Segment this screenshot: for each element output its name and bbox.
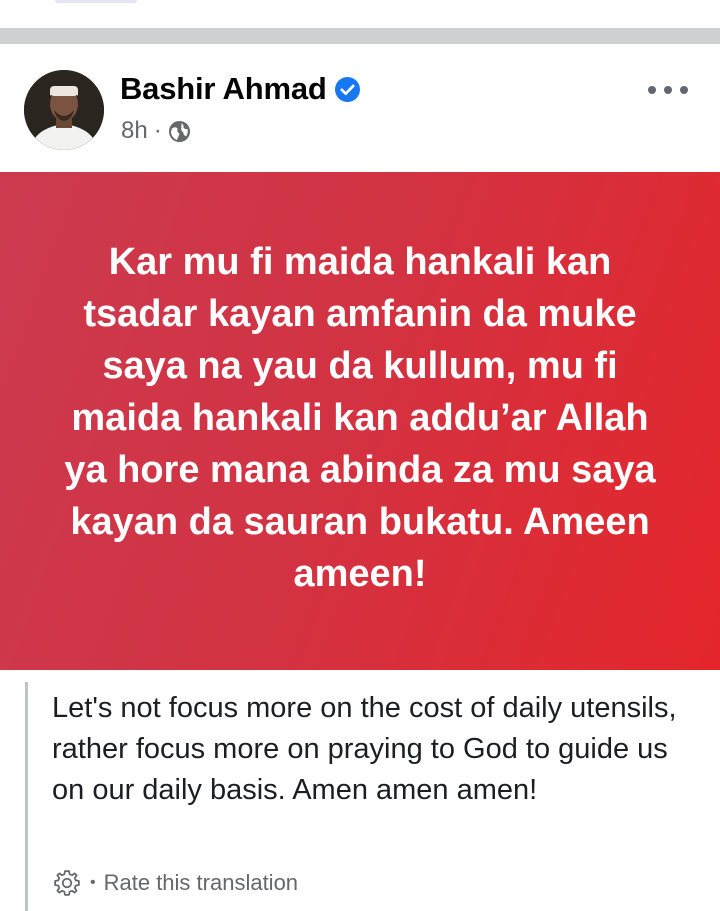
post-banner[interactable]: Kar mu fi maida hankali kan tsadar kayan…: [0, 172, 720, 670]
post-header: Bashir Ahmad 8h ·: [0, 44, 720, 172]
post-meta: 8h ·: [121, 117, 191, 145]
post-timestamp[interactable]: 8h: [121, 117, 148, 145]
meta-separator: ·: [153, 117, 162, 144]
avatar-photo: [24, 70, 104, 150]
globe-icon: [168, 120, 190, 142]
avatar[interactable]: [24, 70, 104, 150]
gear-icon[interactable]: [52, 868, 82, 898]
translation-text: Let's not focus more on the cost of dail…: [52, 692, 677, 806]
more-options-icon-dot: [664, 86, 672, 94]
more-options-icon-dot: [680, 86, 688, 94]
more-options-icon-dot: [648, 86, 656, 94]
rate-translation-row: • Rate this translation: [52, 868, 298, 898]
author-name[interactable]: Bashir Ahmad: [120, 71, 327, 107]
more-options-button[interactable]: [648, 80, 688, 100]
author-row: Bashir Ahmad: [120, 71, 360, 107]
banner-text: Kar mu fi maida hankali kan tsadar kayan…: [64, 241, 656, 595]
tab-indicator: [55, 0, 137, 3]
rate-translation-link[interactable]: Rate this translation: [104, 870, 298, 896]
translation-box: Let's not focus more on the cost of dail…: [25, 682, 720, 911]
top-strip: [0, 0, 720, 28]
feed-divider: [0, 28, 720, 44]
verified-badge-icon: [334, 76, 360, 102]
rate-separator: •: [90, 874, 96, 891]
